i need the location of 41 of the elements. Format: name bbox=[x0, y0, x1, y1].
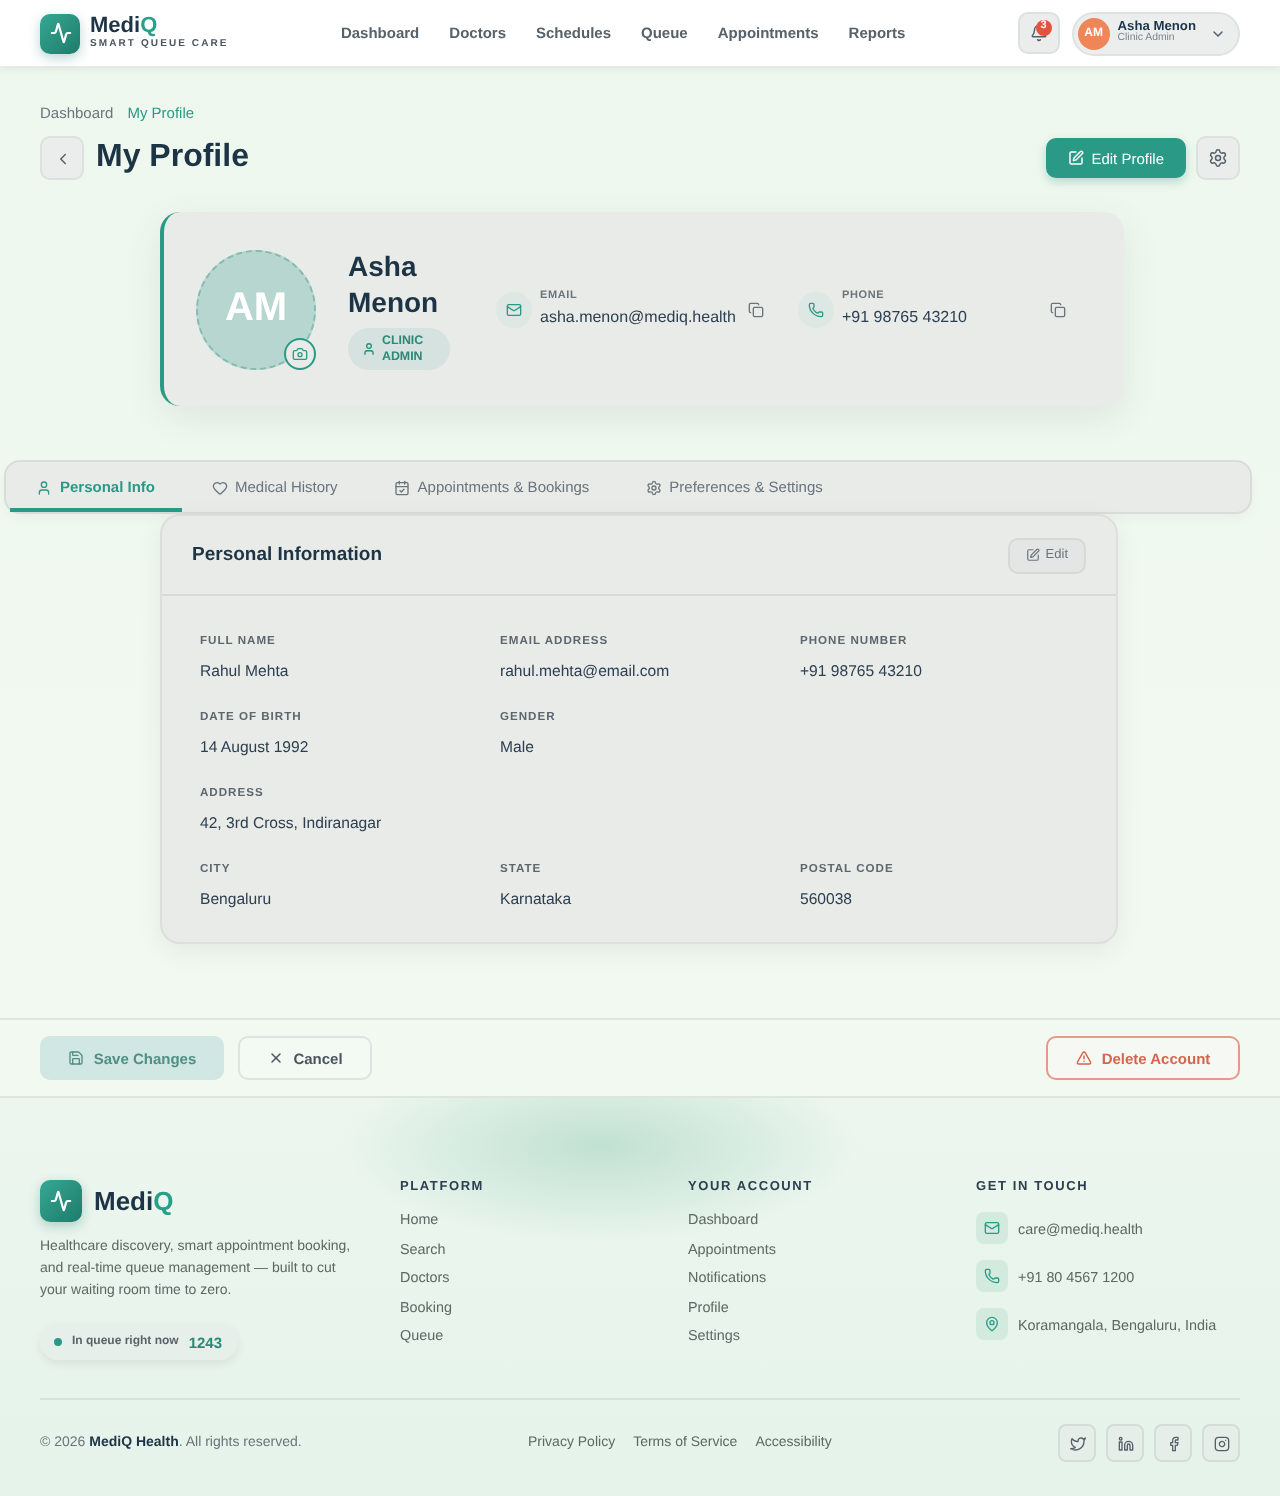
facebook-icon bbox=[1165, 1435, 1181, 1451]
chevron-down-icon bbox=[1209, 25, 1226, 41]
pulse-logo-icon[interactable] bbox=[40, 13, 80, 53]
warning-icon bbox=[1075, 1050, 1092, 1066]
map-pin-icon bbox=[976, 1308, 1008, 1340]
copy-icon[interactable] bbox=[748, 301, 764, 317]
user-icon bbox=[36, 479, 52, 495]
profile-name: Asha Menon bbox=[348, 247, 441, 320]
settings-button[interactable] bbox=[1196, 136, 1240, 180]
logo-text: MediQ bbox=[94, 1187, 174, 1215]
card-title: Personal Information bbox=[192, 544, 383, 566]
camera-icon[interactable] bbox=[284, 337, 316, 369]
social-button[interactable] bbox=[1202, 1424, 1240, 1462]
edit-icon bbox=[1025, 548, 1040, 562]
calendar-icon bbox=[393, 479, 410, 495]
copy-icon[interactable] bbox=[1050, 301, 1066, 317]
contact-value: +91 98765 43210 bbox=[842, 308, 968, 328]
settings-icon bbox=[645, 479, 662, 495]
social-button[interactable] bbox=[1154, 1424, 1192, 1462]
heart-icon bbox=[211, 479, 228, 495]
settings-icon bbox=[1208, 148, 1228, 168]
mail-icon bbox=[496, 291, 532, 327]
linkedin-icon bbox=[1117, 1435, 1133, 1451]
profile-avatar: AM bbox=[196, 249, 316, 369]
phone-icon bbox=[976, 1260, 1008, 1292]
social-button[interactable] bbox=[1106, 1424, 1144, 1462]
social-button[interactable] bbox=[1058, 1424, 1096, 1462]
logo-text: MediQ bbox=[90, 15, 160, 39]
close-icon bbox=[267, 1050, 284, 1066]
page-title: My Profile bbox=[96, 138, 249, 178]
phone-icon bbox=[798, 291, 834, 327]
edit-icon bbox=[1067, 150, 1084, 166]
contact-value: asha.menon@mediq.health bbox=[540, 308, 736, 328]
user-icon bbox=[362, 342, 376, 356]
bell-icon bbox=[1029, 24, 1048, 42]
mail-icon bbox=[976, 1212, 1008, 1244]
bird-icon bbox=[1069, 1435, 1085, 1451]
instagram-icon bbox=[1213, 1435, 1229, 1451]
status-dot-icon bbox=[54, 1338, 62, 1346]
pulse-logo-icon[interactable] bbox=[40, 1180, 82, 1222]
save-icon bbox=[67, 1050, 84, 1066]
